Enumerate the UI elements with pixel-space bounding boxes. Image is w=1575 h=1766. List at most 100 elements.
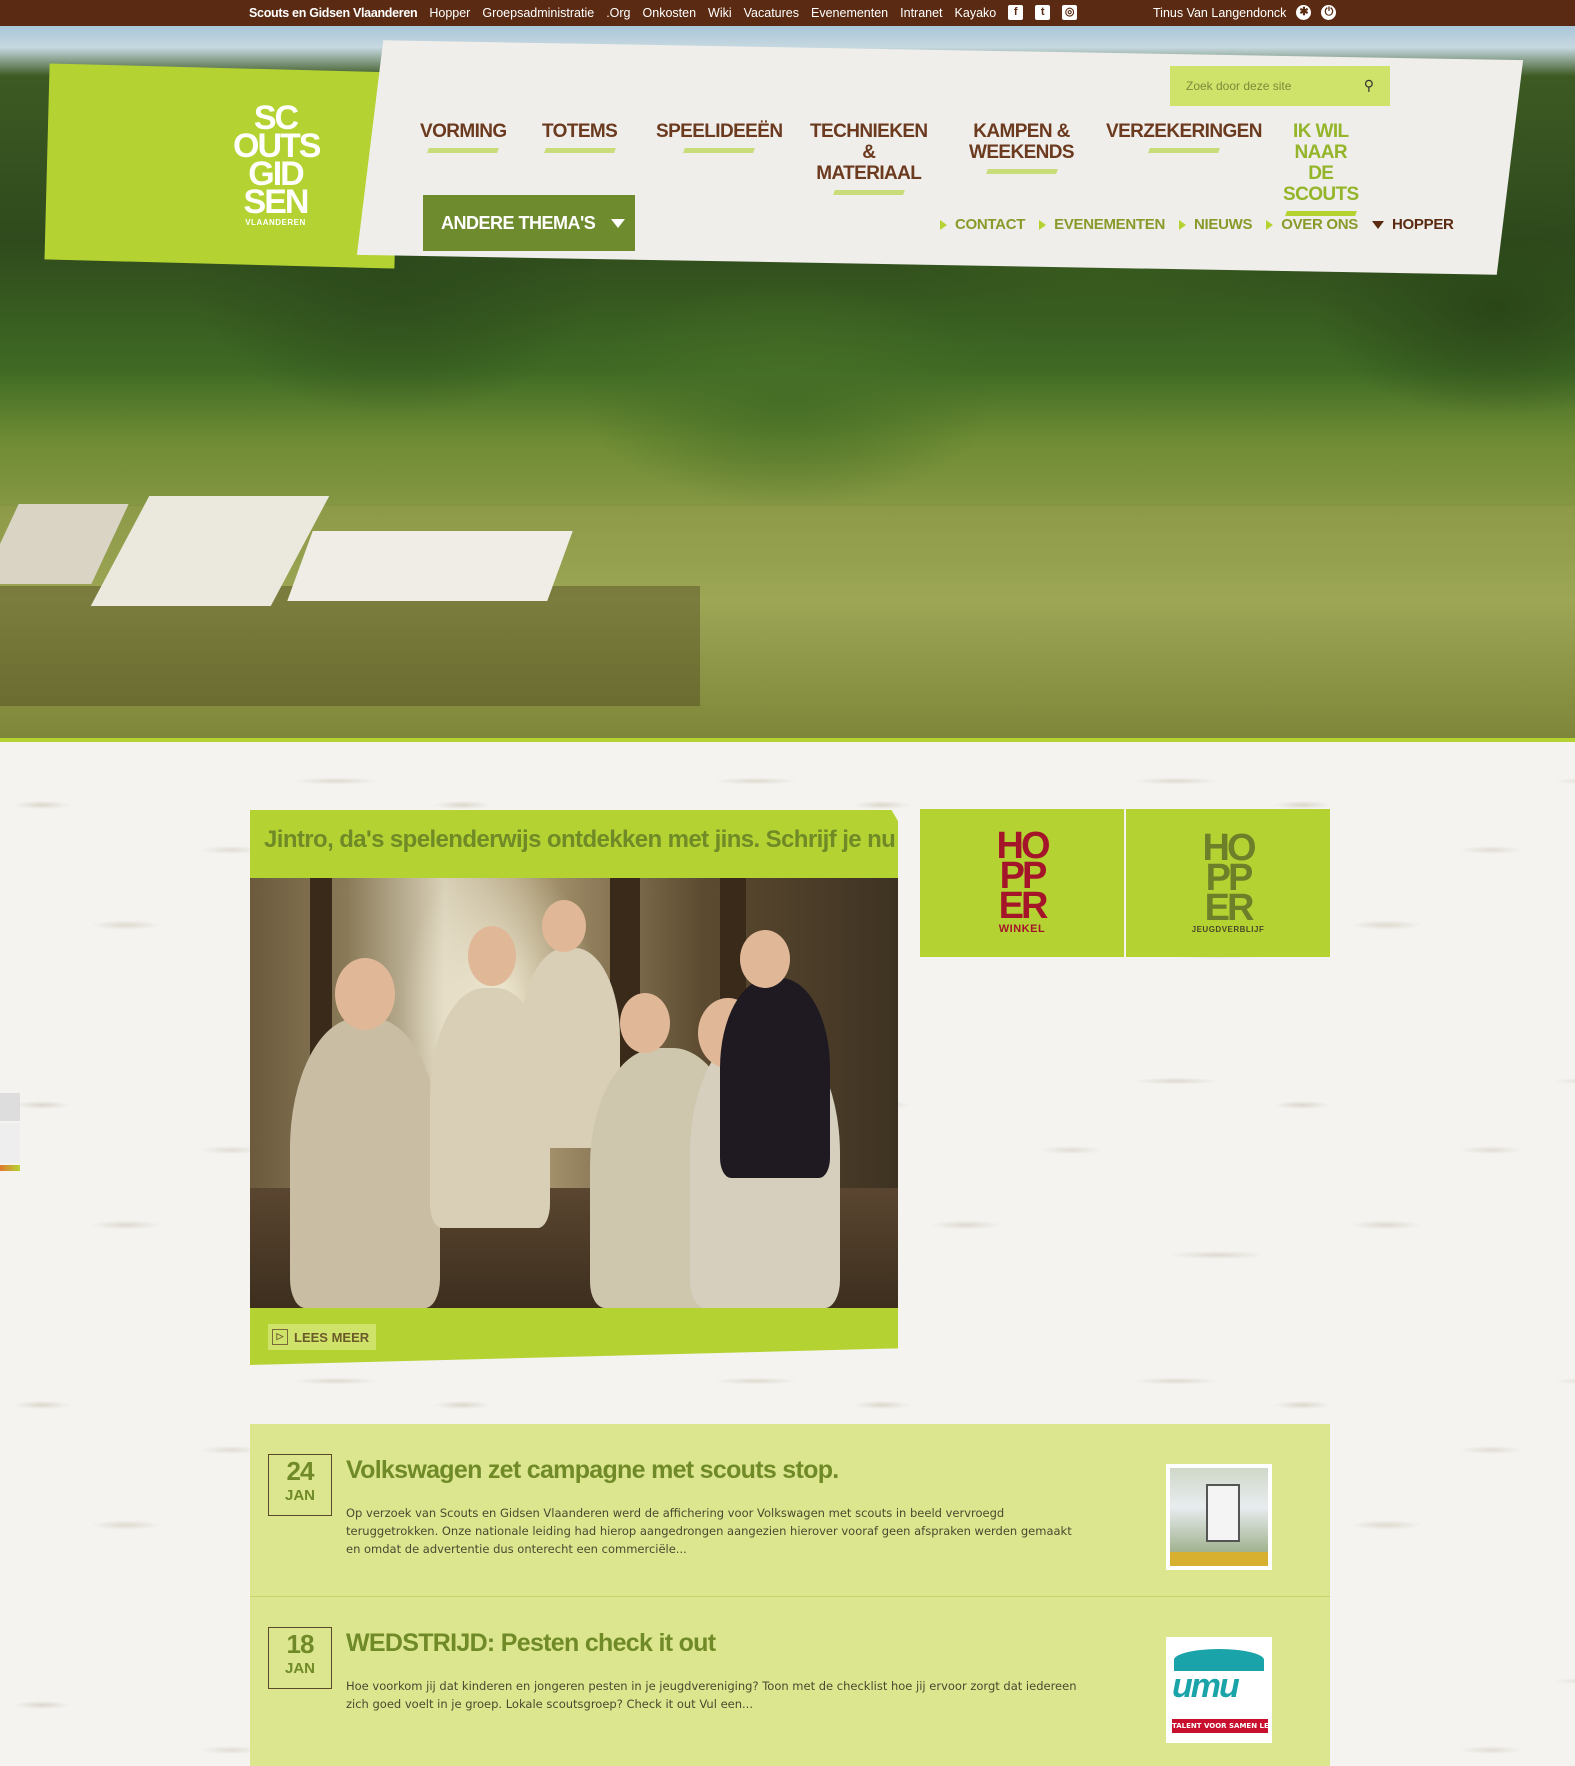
hero-divider [0,738,1575,742]
news-day: 24 [286,1456,315,1486]
subnav-hopper[interactable]: HOPPER [1372,216,1454,233]
billboard-shape [1206,1484,1240,1542]
news-title[interactable]: Volkswagen zet campagne met scouts stop. [346,1456,839,1485]
facebook-icon[interactable]: f [1008,5,1024,20]
nav-item-verzekeringen[interactable]: VERZEKERINGEN [1106,121,1262,153]
photo-person [468,926,516,986]
search-icon[interactable]: ⚲ [1364,78,1374,94]
top-link-kayako[interactable]: Kayako [955,6,997,20]
photo-person [620,993,670,1053]
arrow-down-icon [1372,220,1385,229]
site-logo[interactable]: SC OUTS GID SEN VLAANDEREN [233,101,321,232]
twitter-icon[interactable]: t [1035,5,1051,20]
subnav-label: CONTACT [955,216,1026,233]
nav-underline [1148,148,1220,153]
featured-article: Jintro, da's spelenderwijs ontdekken met… [250,810,898,1365]
nav-item-technieken[interactable]: TECHNIEKEN & MATERIAAL [810,121,928,195]
top-link-evenementen[interactable]: Evenementen [811,6,888,20]
side-tab-top [0,1093,20,1121]
news-thumbnail[interactable]: umu TALENT VOOR SAMEN LEV [1166,1637,1272,1743]
top-link-wiki[interactable]: Wiki [708,6,732,20]
subnav-label: NIEUWS [1194,216,1253,233]
shelter-base [1170,1552,1268,1566]
top-link-org[interactable]: .Org [606,6,630,20]
nav-item-label: TOTEMS [542,121,618,142]
photo-person [290,1018,440,1308]
side-tab-handle [0,1123,20,1163]
umu-logo-text: umu [1172,1667,1240,1705]
instagram-icon[interactable]: ◎ [1062,5,1078,20]
subnav-contact[interactable]: CONTACT [940,216,1025,233]
nav-underline [427,148,500,153]
news-thumbnail[interactable] [1166,1464,1272,1570]
news-date: 18 JAN [268,1627,332,1689]
nav-item-vorming[interactable]: VORMING [420,121,507,153]
other-themes-label: ANDERE THEMA'S [441,212,596,233]
arrow-right-icon [1266,219,1274,230]
nav-item-label: VERZEKERINGEN [1106,121,1262,142]
nav-underline [543,148,616,153]
nav-item-speelideeen[interactable]: SPEELIDEEËN [656,121,783,153]
nav-item-ik-wil-naar-de-scouts[interactable]: IK WIL NAAR DE SCOUTS [1283,121,1359,216]
nav-item-label: SPEELIDEEËN [656,121,783,142]
side-tab-stripe [0,1165,20,1171]
umu-tagline: TALENT VOOR SAMEN LEV [1172,1719,1268,1733]
user-name[interactable]: Tinus Van Langendonck [1153,6,1286,20]
news-month: JAN [284,1487,315,1504]
top-link-groepsadministratie[interactable]: Groepsadministratie [482,6,594,20]
search-input[interactable] [1186,79,1346,93]
featured-title[interactable]: Jintro, da's spelenderwijs ontdekken met… [264,826,898,854]
top-bar: Scouts en Gidsen Vlaanderen Hopper Groep… [0,0,1575,26]
logo-panel [44,63,400,269]
read-more-button[interactable]: ▷ LEES MEER [268,1324,376,1350]
hopper-winkel-tile[interactable]: HO PP ER WINKEL [920,809,1124,957]
featured-photo[interactable] [250,878,898,1308]
top-link-hopper[interactable]: Hopper [429,6,470,20]
photo-person [740,930,790,988]
hopper-tile-label: JEUGDVERBLIJF [1191,924,1265,934]
arrow-right-icon: ▷ [272,1329,288,1345]
umu-logo: umu TALENT VOOR SAMEN LEV [1170,1641,1268,1739]
logo-line: SEN [243,183,310,221]
subnav-over-ons[interactable]: OVER ONS [1266,216,1358,233]
photo-person [335,958,395,1030]
subnav-nieuws[interactable]: NIEUWS [1179,216,1253,233]
nav-item-totems[interactable]: TOTEMS [542,121,618,153]
logo-subtitle: VLAANDEREN [245,218,306,227]
side-tab[interactable] [0,1093,20,1173]
read-more-label: LEES MEER [294,1329,370,1345]
nav-underline [683,148,756,153]
news-item: 24 JAN Volkswagen zet campagne met scout… [250,1424,1330,1596]
photo-person [720,978,830,1178]
news-date: 24 JAN [268,1454,332,1516]
news-excerpt: Op verzoek van Scouts en Gidsen Vlaander… [346,1506,1072,1556]
arrow-right-icon [940,219,947,230]
hopper-jeugdverblijf-tile[interactable]: HO PP ER JEUGDVERBLIJF [1126,809,1330,957]
nav-underline [832,190,905,195]
top-link-vacatures[interactable]: Vacatures [744,6,799,20]
gear-icon[interactable]: ✱ [1296,5,1312,20]
news-item: 18 JAN WEDSTRIJD: Pesten check it out Ho… [250,1596,1330,1766]
nav-item-label: VORMING [420,121,507,142]
nav-item-label: KAMPEN & WEEKENDS [969,121,1075,163]
subnav-evenementen[interactable]: EVENEMENTEN [1039,216,1165,233]
search-box: ⚲ [1170,66,1390,106]
top-link-onkosten[interactable]: Onkosten [643,6,697,20]
hopper-tile-label: WINKEL [998,923,1046,935]
nav-underline [985,169,1058,174]
bus-shelter-image [1170,1468,1268,1566]
news-excerpt: Hoe voorkom jij dat kinderen en jongeren… [346,1679,1077,1711]
hopper-logo: HO PP ER [996,825,1051,927]
hero-tent [287,531,573,601]
top-links: Scouts en Gidsen Vlaanderen Hopper Groep… [249,5,1078,20]
power-icon[interactable]: ⏻ [1321,5,1337,20]
photo-person [542,900,586,952]
news-title[interactable]: WEDSTRIJD: Pesten check it out [346,1629,716,1658]
brand-link[interactable]: Scouts en Gidsen Vlaanderen [249,6,418,20]
other-themes-button[interactable]: ANDERE THEMA'S [423,195,635,251]
news-day: 18 [286,1629,315,1659]
news-month: JAN [284,1660,315,1677]
top-link-intranet[interactable]: Intranet [900,6,942,20]
nav-item-kampen[interactable]: KAMPEN & WEEKENDS [969,121,1075,174]
chevron-down-icon [611,218,626,228]
